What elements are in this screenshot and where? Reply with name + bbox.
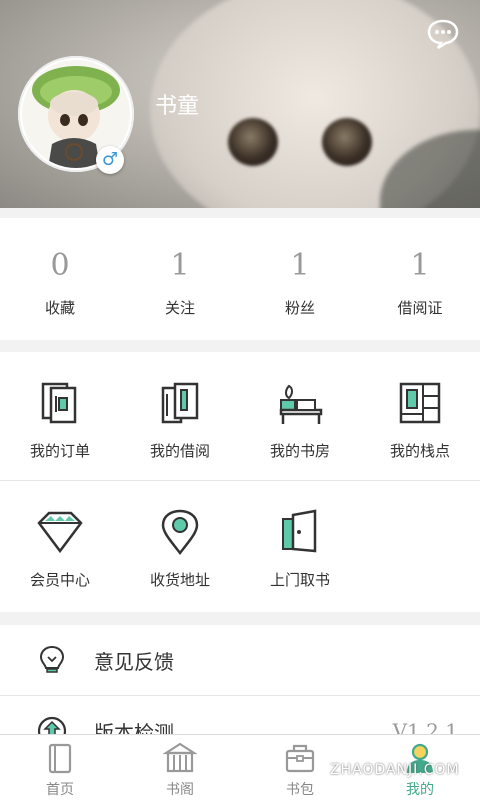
feature-grid: 我的订单 我的借阅 我的书房 我的栈点 会员中心 收货地址 上门取书 xyxy=(0,352,480,612)
my-borrow-label: 我的借阅 xyxy=(149,442,210,460)
my-orders-label: 我的订单 xyxy=(29,442,90,460)
stat-label: 粉丝 xyxy=(284,299,315,317)
chat-bubble-icon[interactable] xyxy=(426,18,460,50)
tab-home[interactable]: 首页 xyxy=(0,735,120,801)
header-bg-eye-left xyxy=(228,118,278,166)
order-icon xyxy=(35,378,85,428)
header-bg-eye-right xyxy=(322,118,372,166)
library-icon xyxy=(162,741,198,775)
home-book-icon xyxy=(43,741,77,775)
study-desk-icon xyxy=(275,378,325,428)
diamond-icon xyxy=(35,507,85,557)
username[interactable]: 书童 xyxy=(155,88,199,120)
location-pin-icon xyxy=(155,507,205,557)
tab-profile-label: 我的 xyxy=(406,782,434,798)
shipping-address-button[interactable]: 收货地址 xyxy=(120,481,240,612)
stat-following[interactable]: 1 关注 xyxy=(120,218,240,340)
bag-icon xyxy=(283,741,317,775)
gender-male-icon: ♂ xyxy=(96,146,124,174)
feedback-label: 意见反馈 xyxy=(94,649,174,674)
stat-label: 收藏 xyxy=(44,299,75,317)
tab-library[interactable]: 书阁 xyxy=(120,735,240,801)
stat-label: 借阅证 xyxy=(397,299,443,317)
stat-value: 1 xyxy=(410,248,430,283)
station-icon xyxy=(395,378,445,428)
profile-header: ♂ 书童 xyxy=(0,0,480,208)
stat-fans[interactable]: 1 粉丝 xyxy=(240,218,360,340)
tab-home-label: 首页 xyxy=(46,782,74,798)
my-station-button[interactable]: 我的栈点 xyxy=(360,352,480,480)
my-station-label: 我的栈点 xyxy=(389,442,450,460)
my-study-button[interactable]: 我的书房 xyxy=(240,352,360,480)
stat-value: 1 xyxy=(290,248,310,283)
feedback-item[interactable]: 意见反馈 xyxy=(0,625,480,696)
door-pickup-label: 上门取书 xyxy=(269,571,330,589)
stat-value: 0 xyxy=(50,248,70,283)
stat-library-card[interactable]: 1 借阅证 xyxy=(360,218,480,340)
my-borrow-button[interactable]: 我的借阅 xyxy=(120,352,240,480)
stats-bar: 0 收藏 1 关注 1 粉丝 1 借阅证 xyxy=(0,218,480,340)
door-pickup-button[interactable]: 上门取书 xyxy=(240,481,360,612)
borrow-icon xyxy=(155,378,205,428)
stat-favorites[interactable]: 0 收藏 xyxy=(0,218,120,340)
member-center-label: 会员中心 xyxy=(29,571,90,589)
watermark: ZHAODANJI.COM xyxy=(330,762,460,778)
my-orders-button[interactable]: 我的订单 xyxy=(0,352,120,480)
shipping-address-label: 收货地址 xyxy=(149,571,210,589)
feedback-bulb-icon xyxy=(36,644,68,676)
stat-value: 1 xyxy=(170,248,190,283)
my-study-label: 我的书房 xyxy=(269,442,330,460)
member-center-button[interactable]: 会员中心 xyxy=(0,481,120,612)
door-icon xyxy=(275,507,325,557)
tab-library-label: 书阁 xyxy=(166,782,194,798)
stat-label: 关注 xyxy=(164,299,195,317)
tab-bag-label: 书包 xyxy=(286,782,314,798)
